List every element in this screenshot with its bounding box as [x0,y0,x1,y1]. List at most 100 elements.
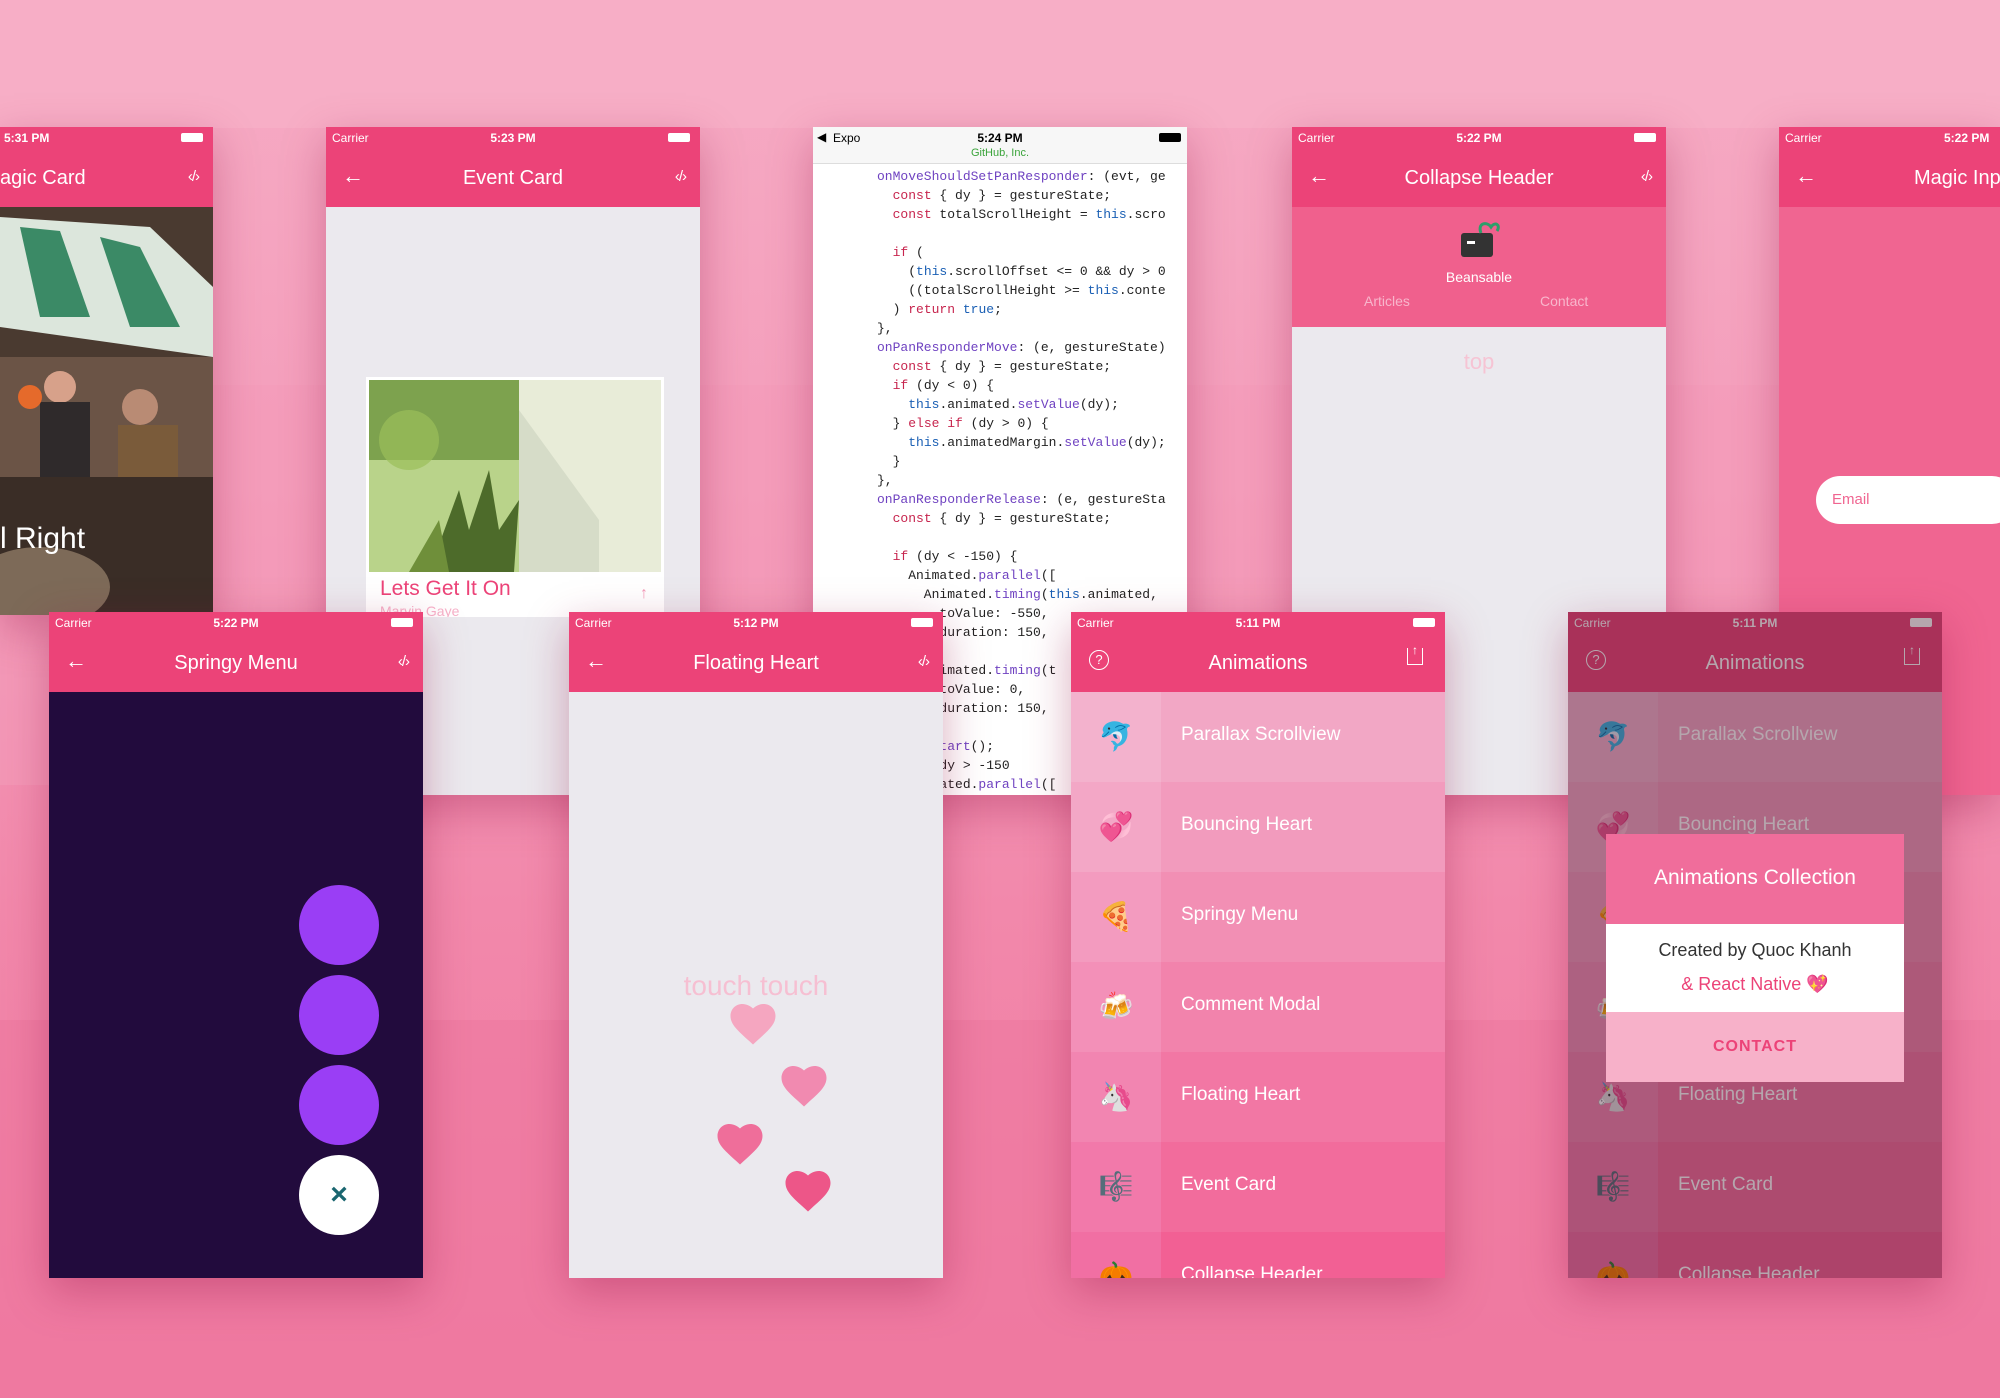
item-label: Comment Modal [1181,994,1321,1015]
battery-icon [668,133,690,142]
heart-icon [785,1171,831,1212]
status-bar: Carrier 5:23 PM [326,127,700,149]
list-item[interactable]: 🎃 Collapse Header [1071,1232,1445,1278]
battery-icon [391,618,413,627]
code-line: this.animated.setValue(dy); [908,397,1119,412]
code-line: onPanResponderMove: (e, gestureState) [877,340,1166,355]
battery-icon [1159,133,1181,142]
status-bar: Carrier 5:22 PM [1779,127,2000,149]
heart-icon [730,1004,776,1045]
list-item[interactable]: 🐬 Parallax Scrollview [1071,692,1445,782]
back-arrow-icon[interactable]: ← [1795,165,1817,187]
list-item[interactable]: 🍻 Comment Modal [1071,962,1445,1052]
nav-bar: ← Event Card ‹/› [326,149,700,207]
code-line: const { dy } = gestureState; [892,359,1112,374]
contact-label: CONTACT [1712,1038,1798,1055]
item-emoji-icon: 🦄 [1071,1052,1161,1142]
modal-header: Animations Collection [1606,834,1904,924]
card-title: Lets Get It On [380,577,511,600]
menu-bubble-1[interactable] [299,885,379,965]
menu-bubble-3[interactable] [299,1065,379,1145]
heart-icon [717,1124,763,1165]
tab-contact[interactable]: Contact [1540,293,1588,309]
item-emoji-icon: 🐬 [1071,692,1161,782]
nav-bar: ? Animations ↑ [1071,634,1445,692]
arrow-up-icon[interactable]: ↑ [640,585,648,603]
item-label: Springy Menu [1181,904,1299,925]
code-line: Animated.timing(this.animated, [877,587,1158,602]
code-icon[interactable]: ‹/› [675,168,687,185]
code-line: if ( [892,245,924,260]
page-title: Collapse Header [1404,167,1554,189]
close-menu-button[interactable]: × [299,1155,379,1235]
page-title: Springy Menu [174,652,298,674]
event-card[interactable]: Lets Get It On Marvin Gaye ↑ [366,377,664,617]
status-time: 5:23 PM [490,131,536,145]
code-line: ) return true; [877,302,1002,317]
code-icon[interactable]: ‹/› [188,168,200,185]
list-item[interactable]: 🎼 Event Card [1071,1142,1445,1232]
email-field[interactable]: Email [1816,476,2000,524]
code-line: } else if (dy > 0) { [877,416,1049,431]
list-item[interactable]: 🍕 Springy Menu [1071,872,1445,962]
react-native-text: & React Native 💖 [1681,974,1829,994]
item-emoji-icon: 🍕 [1071,872,1161,962]
url-label: GitHub, Inc. [970,147,1030,159]
page-title: Floating Heart [693,652,819,674]
list-item[interactable]: 🦄 Floating Heart [1071,1052,1445,1142]
status-time: 5:22 PM [1944,131,1990,145]
list-item[interactable]: 💞 Bouncing Heart [1071,782,1445,872]
share-icon[interactable]: ↑ [1407,644,1423,665]
status-bar: Carrier 5:22 PM [49,612,423,634]
code-line: const { dy } = gestureState; [892,511,1112,526]
page-title: Animations [1208,652,1308,674]
menu-bubble-2[interactable] [299,975,379,1055]
heart-icon [781,1066,827,1107]
code-line: const { dy } = gestureState; [892,188,1112,203]
battery-icon [911,618,933,627]
status-time: 5:24 PM [977,131,1023,145]
magic-card-screen: 5:31 PM agic Card ‹/› l Right [0,127,213,615]
created-by-text: Created by Quoc Khanh [1658,940,1852,960]
code-line: if (dy < 0) { [892,378,995,393]
code-line: } [877,454,901,469]
status-time: 5:11 PM [1235,616,1281,630]
code-icon[interactable]: ‹/› [398,653,410,670]
nav-bar: ← Springy Menu ‹/› [49,634,423,692]
nav-bar: ← Collapse Header ‹/› [1292,149,1666,207]
battery-icon [1413,618,1435,627]
tab-articles[interactable]: Articles [1364,293,1410,309]
collapsing-header: Beansable Articles Contact [1292,207,1666,327]
email-placeholder: Email [1832,491,1870,508]
code-icon[interactable]: ‹/› [1641,168,1653,185]
modal-title: Animations Collection [1654,866,1856,889]
code-line: onPanResponderRelease: (e, gestureSta [877,492,1166,507]
background-band-top [0,0,2000,128]
content-label: top [1463,349,1495,374]
animations-list: 🐬 Parallax Scrollview 💞 Bouncing Heart 🍕 Spri… [1071,692,1445,1278]
beansable-logo-icon [1461,222,1500,257]
item-emoji-icon: 🎃 [1071,1232,1161,1278]
browser-status-bar: ◀ Expo 5:24 PM GitHub, Inc. [813,127,1187,164]
card-overlay-title: l Right [0,522,86,555]
item-label: Parallax Scrollview [1181,724,1341,745]
code-line: (this.scrollOffset <= 0 && dy > 0 [877,264,1166,279]
code-line: ((totalScrollHeight >= this.conte [877,283,1166,298]
battery-icon [1634,133,1656,142]
springy-menu-screen: Carrier 5:22 PM ← Springy Menu ‹/› × [49,612,423,1278]
about-modal: Animations Collection Created by Quoc Kh… [1606,834,1904,1082]
nav-bar: ← Magic Inp [1779,149,2000,207]
status-time: 5:22 PM [213,616,259,630]
item-label: Event Card [1181,1174,1277,1195]
code-line: this.animatedMargin.setValue(dy); [908,435,1166,450]
item-label: Bouncing Heart [1181,814,1312,835]
nav-bar: ← Floating Heart ‹/› [569,634,943,692]
code-icon[interactable]: ‹/› [918,653,930,670]
status-bar: 5:31 PM [0,127,213,149]
status-time: 5:12 PM [733,616,779,630]
status-time: 5:22 PM [1456,131,1502,145]
page-title: Event Card [462,167,564,189]
code-line: }, [877,473,893,488]
code-line: const totalScrollHeight = this.scro [892,207,1166,222]
contact-button[interactable]: CONTACT [1606,1012,1904,1082]
